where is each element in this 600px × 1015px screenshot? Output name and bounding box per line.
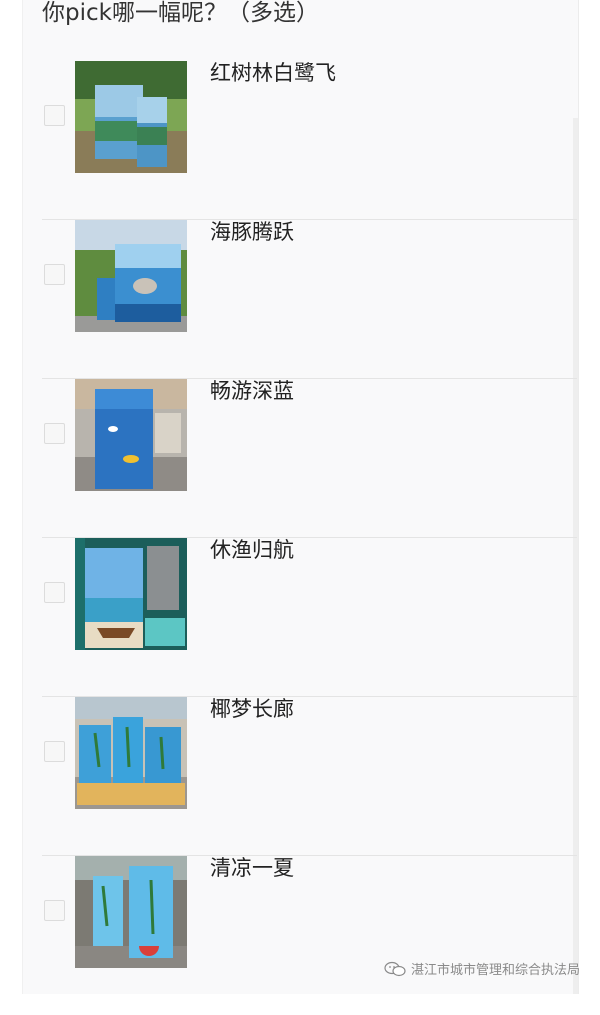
deep-blue-fish-image <box>75 379 187 491</box>
option-checkbox[interactable] <box>44 423 65 444</box>
option-image[interactable] <box>75 538 187 650</box>
option-item[interactable]: 休渔归航 <box>42 538 577 697</box>
option-item[interactable]: 红树林白鹭飞 <box>42 61 577 220</box>
watermark: 湛江市城市管理和综合执法局 <box>383 959 580 978</box>
option-image[interactable] <box>75 697 187 809</box>
cool-summer-image <box>75 856 187 968</box>
dolphin-leap-image <box>75 220 187 332</box>
option-item[interactable]: 清凉一夏 <box>42 856 577 1015</box>
option-label[interactable]: 海豚腾跃 <box>210 217 294 247</box>
option-image[interactable] <box>75 379 187 491</box>
option-checkbox[interactable] <box>44 105 65 126</box>
option-label[interactable]: 畅游深蓝 <box>210 376 294 406</box>
option-checkbox[interactable] <box>44 741 65 762</box>
watermark-text: 湛江市城市管理和综合执法局 <box>410 963 580 978</box>
coconut-corridor-image <box>75 697 187 809</box>
option-item[interactable]: 椰梦长廊 <box>42 697 577 856</box>
option-checkbox[interactable] <box>44 582 65 603</box>
mangrove-egret-image <box>75 61 187 173</box>
option-checkbox[interactable] <box>44 900 65 921</box>
option-checkbox[interactable] <box>44 264 65 285</box>
option-label[interactable]: 红树林白鹭飞 <box>210 58 336 88</box>
option-label[interactable]: 休渔归航 <box>210 535 294 565</box>
option-label[interactable]: 清凉一夏 <box>210 853 294 883</box>
question-title: 你pick哪一幅呢？（多选） <box>42 0 319 26</box>
option-image[interactable] <box>75 61 187 173</box>
option-item[interactable]: 海豚腾跃 <box>42 220 577 379</box>
wechat-icon <box>384 961 406 976</box>
fishing-boat-image <box>75 538 187 650</box>
option-item[interactable]: 畅游深蓝 <box>42 379 577 538</box>
option-image[interactable] <box>75 220 187 332</box>
option-label[interactable]: 椰梦长廊 <box>210 694 294 724</box>
option-image[interactable] <box>75 856 187 968</box>
